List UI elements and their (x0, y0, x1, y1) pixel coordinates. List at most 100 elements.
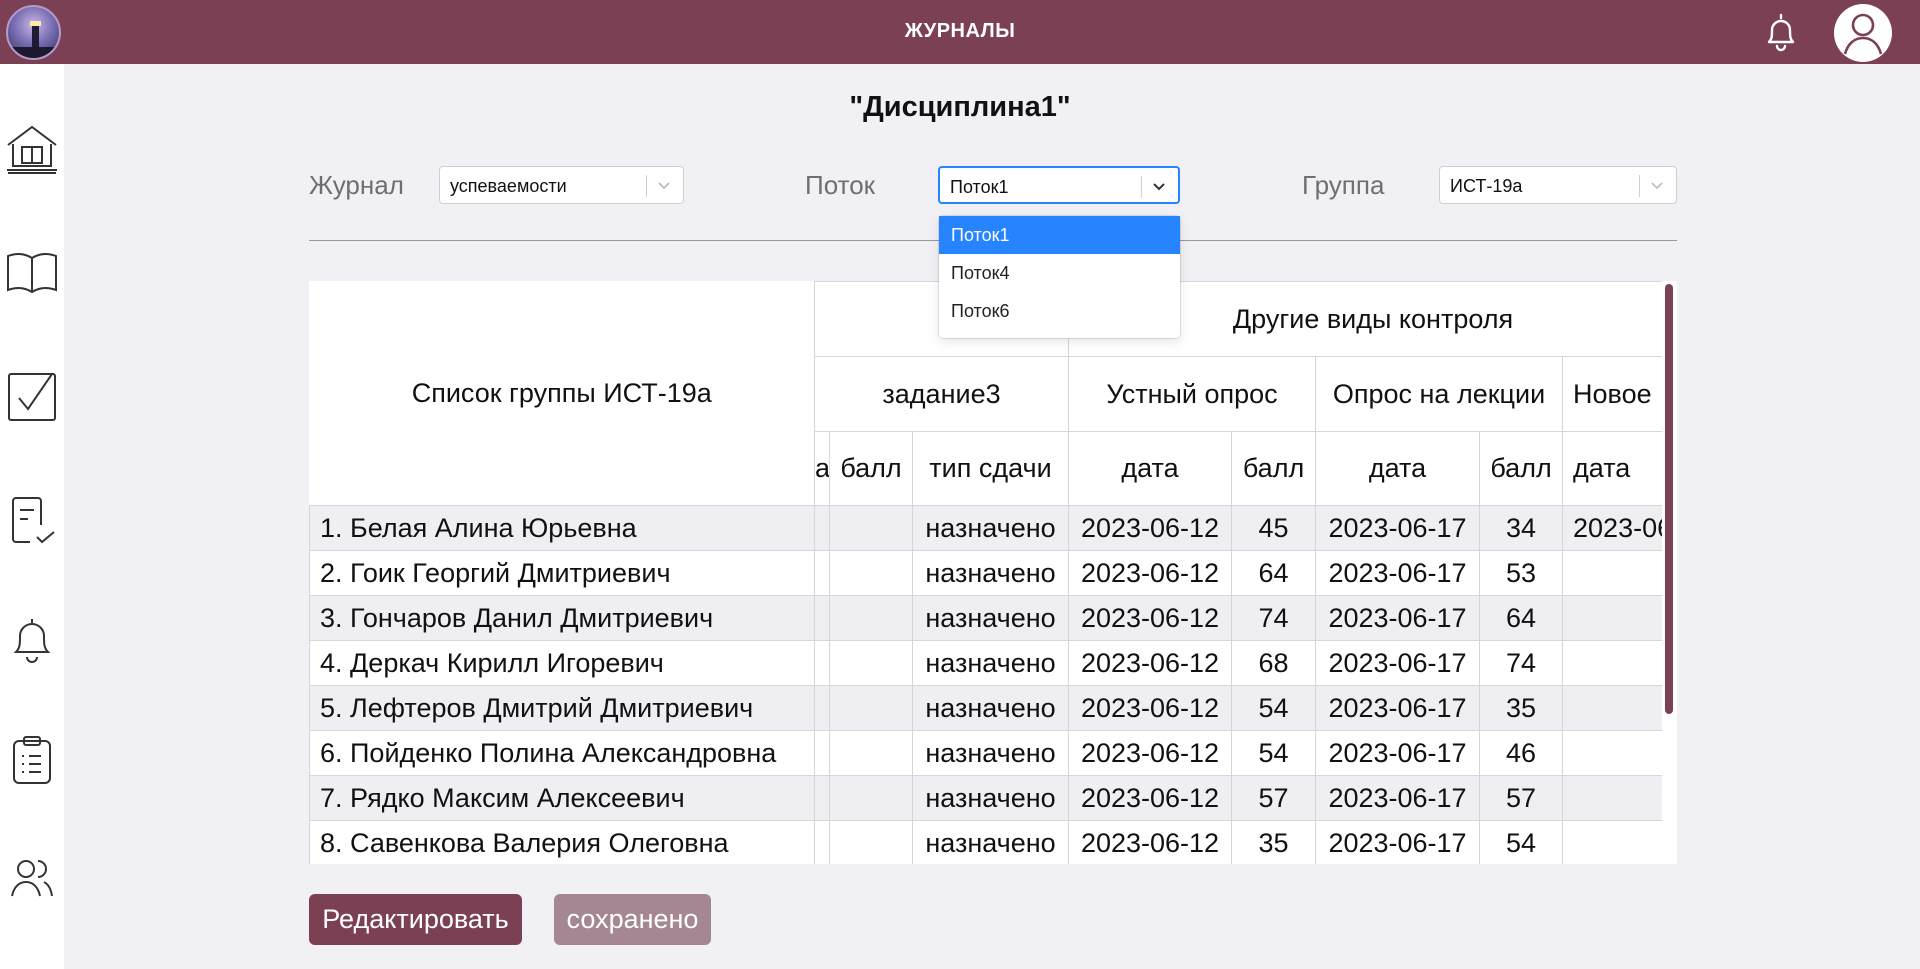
column-group-header: Устный опрос (1068, 356, 1317, 432)
date-cell[interactable] (1562, 595, 1677, 641)
score-cell[interactable]: 68 (1231, 640, 1317, 686)
date-cell[interactable]: 2023-06 (1562, 505, 1677, 551)
grade-cell[interactable] (829, 550, 913, 596)
bell-icon[interactable] (4, 609, 60, 669)
date-cell[interactable]: 2023-06-12 (1068, 685, 1233, 731)
date-cell[interactable]: 2023-06-17 (1315, 550, 1481, 596)
score-cell[interactable]: 34 (1479, 505, 1564, 551)
grade-cell[interactable] (829, 505, 913, 551)
edit-button[interactable]: Редактировать (309, 894, 522, 945)
date-cell[interactable]: 2023-06-12 (1068, 550, 1233, 596)
student-name: 1. Белая Алина Юрьевна (309, 505, 815, 551)
table-row: 3. Гончаров Данил Дмитриевич назначено 202… (309, 595, 1677, 641)
score-cell[interactable]: 53 (1479, 550, 1564, 596)
home-icon[interactable] (4, 119, 60, 179)
score-cell[interactable]: 64 (1231, 550, 1317, 596)
saved-button[interactable]: сохранено (554, 894, 711, 945)
submission-type-cell[interactable]: назначено (911, 505, 1070, 551)
submission-type-cell[interactable]: назначено (911, 685, 1070, 731)
date-cell[interactable]: 2023-06-17 (1315, 685, 1481, 731)
date-cell[interactable]: 2023-06-17 (1315, 640, 1481, 686)
column-header: дата (1562, 431, 1677, 506)
date-cell[interactable]: 2023-06-17 (1315, 505, 1481, 551)
chevron-down-icon (658, 182, 670, 190)
score-cell[interactable]: 54 (1231, 685, 1317, 731)
grade-cell[interactable] (829, 640, 913, 686)
date-cell[interactable]: 2023-06-17 (1315, 775, 1481, 821)
date-cell[interactable]: 2023-06-12 (1068, 505, 1233, 551)
date-cell[interactable]: 2023-06-12 (1068, 775, 1233, 821)
grade-cell[interactable] (814, 820, 830, 864)
grade-cell[interactable] (814, 730, 830, 776)
dropdown-option[interactable]: Поток6 (939, 292, 1180, 330)
user-avatar-icon[interactable] (1834, 4, 1892, 62)
grade-cell[interactable] (829, 775, 913, 821)
scrollbar-thumb[interactable] (1665, 284, 1673, 714)
stream-dropdown-menu: Поток1 Поток4 Поток6 (939, 216, 1180, 338)
submission-type-cell[interactable]: назначено (911, 775, 1070, 821)
date-cell[interactable]: 2023-06-12 (1068, 595, 1233, 641)
bell-icon[interactable] (1758, 9, 1804, 55)
table-row: 8. Савенкова Валерия Олеговна назначено 20… (309, 820, 1677, 864)
grade-cell[interactable] (814, 775, 830, 821)
date-cell[interactable] (1562, 640, 1677, 686)
student-name: 8. Савенкова Валерия Олеговна (309, 820, 815, 864)
date-cell[interactable]: 2023-06-12 (1068, 820, 1233, 864)
group-label: Группа (1302, 170, 1385, 200)
clipboard-list-icon[interactable] (4, 730, 60, 790)
score-cell[interactable]: 64 (1479, 595, 1564, 641)
score-cell[interactable]: 54 (1231, 730, 1317, 776)
document-check-icon[interactable] (4, 490, 60, 550)
score-cell[interactable]: 57 (1231, 775, 1317, 821)
date-cell[interactable]: 2023-06-17 (1315, 595, 1481, 641)
grade-cell[interactable] (814, 685, 830, 731)
date-cell[interactable]: 2023-06-17 (1315, 820, 1481, 864)
student-name: 2. Гоик Георгий Дмитриевич (309, 550, 815, 596)
date-cell[interactable]: 2023-06-12 (1068, 640, 1233, 686)
score-cell[interactable]: 57 (1479, 775, 1564, 821)
users-icon[interactable] (4, 848, 60, 908)
score-cell[interactable]: 54 (1479, 820, 1564, 864)
grade-cell[interactable] (814, 595, 830, 641)
score-cell[interactable]: 35 (1231, 820, 1317, 864)
group-select[interactable]: ИСТ-19а (1439, 166, 1677, 204)
date-cell[interactable] (1562, 820, 1677, 864)
column-header: дата (1068, 431, 1233, 506)
submission-type-cell[interactable]: назначено (911, 820, 1070, 864)
checkbox-icon[interactable] (4, 366, 60, 426)
date-cell[interactable] (1562, 550, 1677, 596)
score-cell[interactable]: 46 (1479, 730, 1564, 776)
grade-cell[interactable] (829, 685, 913, 731)
journal-select-value: успеваемости (450, 176, 567, 196)
top-bar: ЖУРНАЛЫ (0, 0, 1920, 64)
table-row: 1. Белая Алина Юрьевна назначено 2023-06-1… (309, 505, 1677, 551)
grade-cell[interactable] (814, 505, 830, 551)
journal-select[interactable]: успеваемости (439, 166, 684, 204)
date-cell[interactable] (1562, 775, 1677, 821)
date-cell[interactable] (1562, 730, 1677, 776)
submission-type-cell[interactable]: назначено (911, 595, 1070, 641)
table-row: 2. Гоик Георгий Дмитриевич назначено 2023-… (309, 550, 1677, 596)
date-cell[interactable]: 2023-06-17 (1315, 730, 1481, 776)
dropdown-option[interactable]: Поток1 (939, 216, 1180, 254)
score-cell[interactable]: 74 (1479, 640, 1564, 686)
date-cell[interactable] (1562, 685, 1677, 731)
grade-cell[interactable] (814, 550, 830, 596)
column-header: дата (1315, 431, 1481, 506)
submission-type-cell[interactable]: назначено (911, 640, 1070, 686)
grade-cell[interactable] (829, 595, 913, 641)
date-cell[interactable]: 2023-06-12 (1068, 730, 1233, 776)
book-icon[interactable] (4, 242, 60, 302)
score-cell[interactable]: 45 (1231, 505, 1317, 551)
grade-cell[interactable] (829, 820, 913, 864)
submission-type-cell[interactable]: назначено (911, 730, 1070, 776)
submission-type-cell[interactable]: назначено (911, 550, 1070, 596)
dropdown-option[interactable]: Поток4 (939, 254, 1180, 292)
student-name: 3. Гончаров Данил Дмитриевич (309, 595, 815, 641)
column-group-header: задание3 (813, 356, 1070, 432)
grade-cell[interactable] (814, 640, 830, 686)
grade-cell[interactable] (829, 730, 913, 776)
score-cell[interactable]: 35 (1479, 685, 1564, 731)
stream-select[interactable]: Поток1 (938, 166, 1180, 204)
score-cell[interactable]: 74 (1231, 595, 1317, 641)
